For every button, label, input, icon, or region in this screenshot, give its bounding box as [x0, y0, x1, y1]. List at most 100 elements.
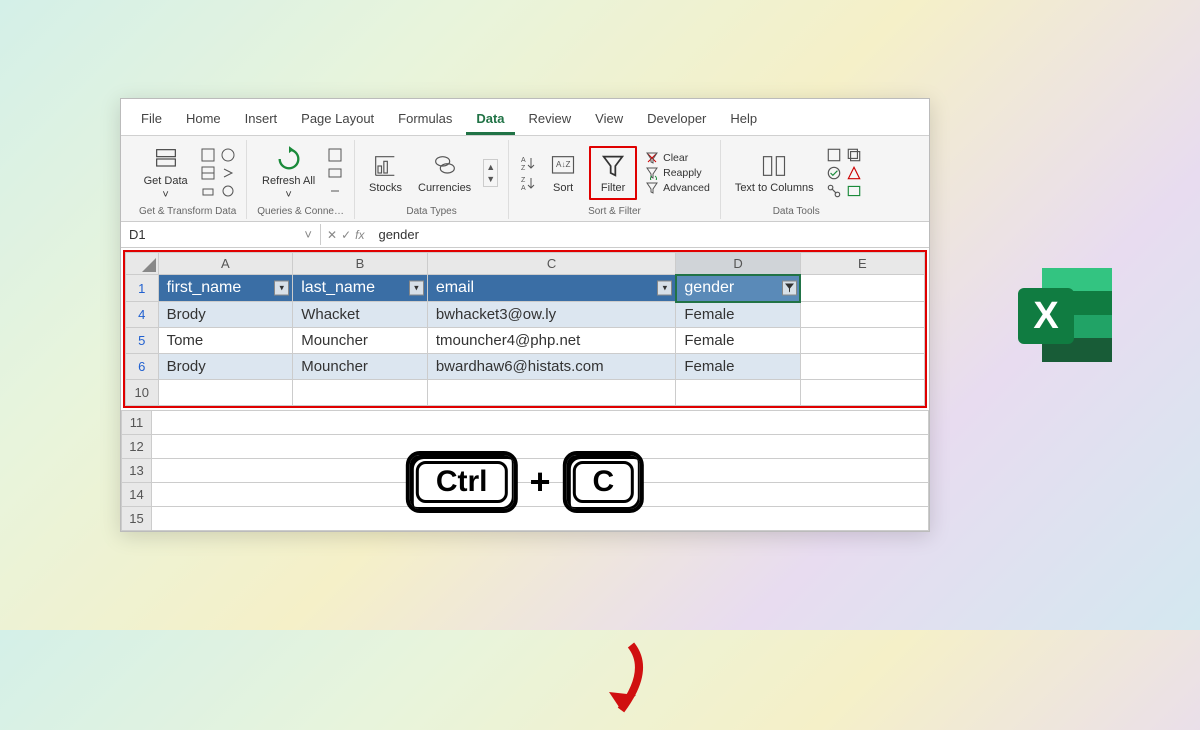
cell[interactable] [152, 411, 929, 435]
row-header[interactable]: 14 [122, 483, 152, 507]
row-header[interactable]: 10 [126, 380, 159, 406]
sort-az-icon[interactable]: AZ [519, 154, 537, 172]
keyboard-shortcut: Ctrl + C [406, 451, 644, 513]
reapply-icon [645, 166, 659, 180]
stocks-button[interactable]: Stocks [365, 150, 406, 196]
spreadsheet-grid[interactable]: A B C D E 1 first_name▾ last_name▾ email… [125, 252, 925, 406]
tab-file[interactable]: File [131, 105, 172, 135]
cell[interactable]: bwhacket3@ow.ly [427, 302, 676, 328]
cell[interactable]: bwardhaw6@histats.com [427, 354, 676, 380]
cell[interactable]: Brody [158, 302, 293, 328]
currencies-button[interactable]: Currencies [414, 150, 475, 196]
cell[interactable] [427, 380, 676, 406]
cell[interactable]: Mouncher [293, 328, 428, 354]
tab-review[interactable]: Review [519, 105, 582, 135]
formula-value[interactable]: gender [370, 224, 929, 245]
queries-icon[interactable] [327, 147, 343, 163]
select-all-corner[interactable] [126, 253, 159, 275]
cell[interactable] [800, 328, 924, 354]
edit-links-icon[interactable] [327, 183, 343, 199]
refresh-all-button[interactable]: Refresh All ˅ [258, 143, 319, 203]
text-to-columns-button[interactable]: Text to Columns [731, 150, 818, 196]
cell[interactable]: Brody [158, 354, 293, 380]
col-header-B[interactable]: B [293, 253, 428, 275]
tab-help[interactable]: Help [720, 105, 767, 135]
name-box-dropdown-icon[interactable]: ˅ [304, 227, 312, 242]
relationships-icon[interactable] [826, 183, 842, 199]
cell[interactable] [676, 380, 800, 406]
key-c: C [563, 451, 645, 513]
cell[interactable]: Tome [158, 328, 293, 354]
manage-data-model-icon[interactable] [846, 183, 862, 199]
scroll-down-icon[interactable]: ▼ [486, 174, 495, 184]
row-header[interactable]: 5 [126, 328, 159, 354]
cell[interactable] [158, 380, 293, 406]
cell[interactable]: Female [676, 354, 800, 380]
col-header-A[interactable]: A [158, 253, 293, 275]
currencies-icon [431, 152, 459, 180]
remove-dup-icon[interactable] [846, 147, 862, 163]
tab-home[interactable]: Home [176, 105, 231, 135]
header-first-name[interactable]: first_name▾ [158, 275, 293, 302]
cell[interactable]: Female [676, 302, 800, 328]
from-text-icon[interactable] [200, 147, 216, 163]
tab-data[interactable]: Data [466, 105, 514, 135]
tab-page-layout[interactable]: Page Layout [291, 105, 384, 135]
filter-button[interactable]: Filter [595, 150, 631, 196]
sort-button[interactable]: A↓Z Sort [545, 150, 581, 196]
cell[interactable] [800, 302, 924, 328]
cell[interactable] [800, 354, 924, 380]
fx-icon[interactable]: fx [355, 228, 364, 242]
row-header[interactable]: 15 [122, 507, 152, 531]
col-header-D[interactable]: D [676, 253, 800, 275]
advanced-icon [645, 181, 659, 195]
cell[interactable]: Female [676, 328, 800, 354]
col-header-E[interactable]: E [800, 253, 924, 275]
cell[interactable]: Whacket [293, 302, 428, 328]
cell[interactable]: Mouncher [293, 354, 428, 380]
data-validation-icon[interactable] [826, 165, 842, 181]
row-header[interactable]: 13 [122, 459, 152, 483]
clear-button[interactable]: Clear [645, 151, 710, 165]
filter-dropdown-B[interactable]: ▾ [409, 281, 424, 296]
cell[interactable]: tmouncher4@php.net [427, 328, 676, 354]
row-header[interactable]: 6 [126, 354, 159, 380]
header-email[interactable]: email▾ [427, 275, 676, 302]
filter-dropdown-D-active[interactable] [782, 281, 797, 296]
cell[interactable] [800, 380, 924, 406]
excel-window: File Home Insert Page Layout Formulas Da… [120, 98, 930, 532]
cell-E1[interactable] [800, 275, 924, 302]
tab-developer[interactable]: Developer [637, 105, 716, 135]
advanced-button[interactable]: Advanced [645, 181, 710, 195]
tab-formulas[interactable]: Formulas [388, 105, 462, 135]
from-web-icon[interactable] [220, 147, 236, 163]
excel-logo-icon: X [1010, 260, 1120, 370]
reapply-button[interactable]: Reapply [645, 166, 710, 180]
properties-icon[interactable] [327, 165, 343, 181]
name-box[interactable]: D1 ˅ [121, 224, 321, 245]
row-header-1[interactable]: 1 [126, 275, 159, 302]
filtered-range-highlight: A B C D E 1 first_name▾ last_name▾ email… [123, 250, 927, 408]
row-header[interactable]: 12 [122, 435, 152, 459]
get-data-button[interactable]: Get Data ˅ [140, 143, 192, 203]
header-last-name[interactable]: last_name▾ [293, 275, 428, 302]
cell[interactable] [293, 380, 428, 406]
tab-insert[interactable]: Insert [235, 105, 288, 135]
filter-dropdown-A[interactable]: ▾ [274, 281, 289, 296]
tab-view[interactable]: View [585, 105, 633, 135]
enter-icon[interactable]: ✓ [341, 228, 351, 242]
row-header[interactable]: 4 [126, 302, 159, 328]
col-header-C[interactable]: C [427, 253, 676, 275]
from-table-icon[interactable] [200, 165, 216, 181]
cancel-icon[interactable]: ✕ [327, 228, 337, 242]
header-gender[interactable]: gender [676, 275, 800, 302]
filter-dropdown-C[interactable]: ▾ [657, 281, 672, 296]
scroll-up-icon[interactable]: ▲ [486, 162, 495, 172]
sort-za-icon[interactable]: ZA [519, 174, 537, 192]
flash-fill-icon[interactable] [826, 147, 842, 163]
existing-conn-icon[interactable] [200, 183, 216, 199]
row-header[interactable]: 11 [122, 411, 152, 435]
consolidate-icon[interactable] [846, 165, 862, 181]
more-icon[interactable] [220, 183, 236, 199]
recent-sources-icon[interactable] [220, 165, 236, 181]
